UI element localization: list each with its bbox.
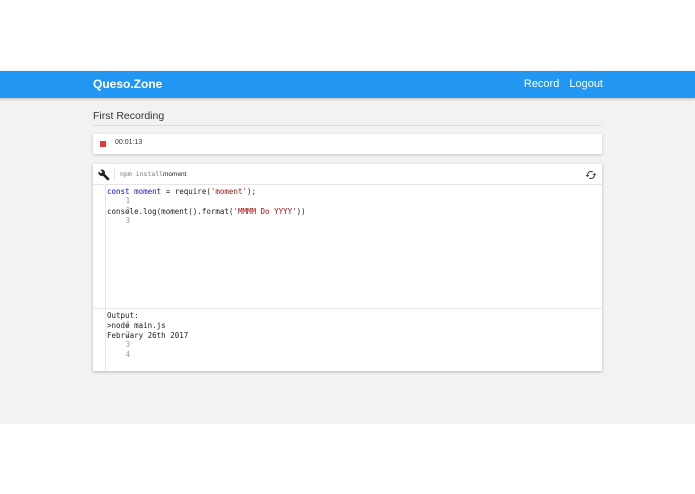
output-line: 3 February 26th 2017: [93, 331, 188, 349]
output-line: 1 Output:: [93, 311, 139, 329]
code-line: 3 console.log(moment().format('MMMM Do YY…: [93, 207, 306, 225]
code-string: 'MMMM Do YYYY': [233, 207, 297, 216]
code-keyword: const: [107, 187, 130, 196]
editor-toolbar: npm install: [93, 164, 602, 185]
output-text: Output:: [107, 311, 139, 320]
page-title: First Recording: [93, 110, 165, 122]
output-line: 4: [93, 341, 131, 359]
code-input-area[interactable]: 1 const moment = require('moment'); 2 3 co…: [93, 185, 602, 309]
line-number: 3: [125, 216, 131, 225]
logout-link[interactable]: Logout: [569, 78, 603, 90]
refresh-icon[interactable]: [585, 168, 597, 180]
top-navbar: Queso.Zone Record Logout: [0, 71, 695, 98]
code-editor-panel: npm install 1const moment = require('mom…: [93, 164, 602, 371]
nav-links: Record Logout: [524, 78, 603, 90]
output-text: >node main.js: [107, 321, 166, 330]
toolbar-divider: [114, 167, 115, 181]
code-string: 'moment': [210, 187, 247, 196]
output-console: 1 Output: 2 >node main.js 3 February 26th 2…: [93, 309, 602, 371]
brand-logo[interactable]: Queso.Zone: [93, 77, 162, 91]
code-text: console.log(moment().format(: [107, 207, 234, 216]
recording-status-bar: 00:01:13: [93, 134, 602, 154]
wrench-icon[interactable]: [98, 168, 110, 181]
title-divider: [93, 125, 602, 126]
package-name-input[interactable]: [163, 168, 283, 180]
output-line: 2 >node main.js: [93, 321, 166, 339]
recording-timer: 00:01:13: [115, 139, 143, 146]
code-text: );: [246, 187, 257, 196]
stop-recording-icon[interactable]: [100, 141, 106, 147]
output-text: February 26th 2017: [107, 331, 189, 340]
npm-install-label: npm install: [120, 170, 164, 178]
code-line: 2: [93, 197, 131, 215]
code-text: = require(: [161, 187, 211, 196]
record-link[interactable]: Record: [524, 78, 559, 90]
code-text: )): [296, 207, 306, 216]
code-variable: moment: [134, 187, 162, 196]
code-line: 1 const moment = require('moment');: [93, 187, 256, 205]
line-number: 4: [125, 350, 131, 359]
